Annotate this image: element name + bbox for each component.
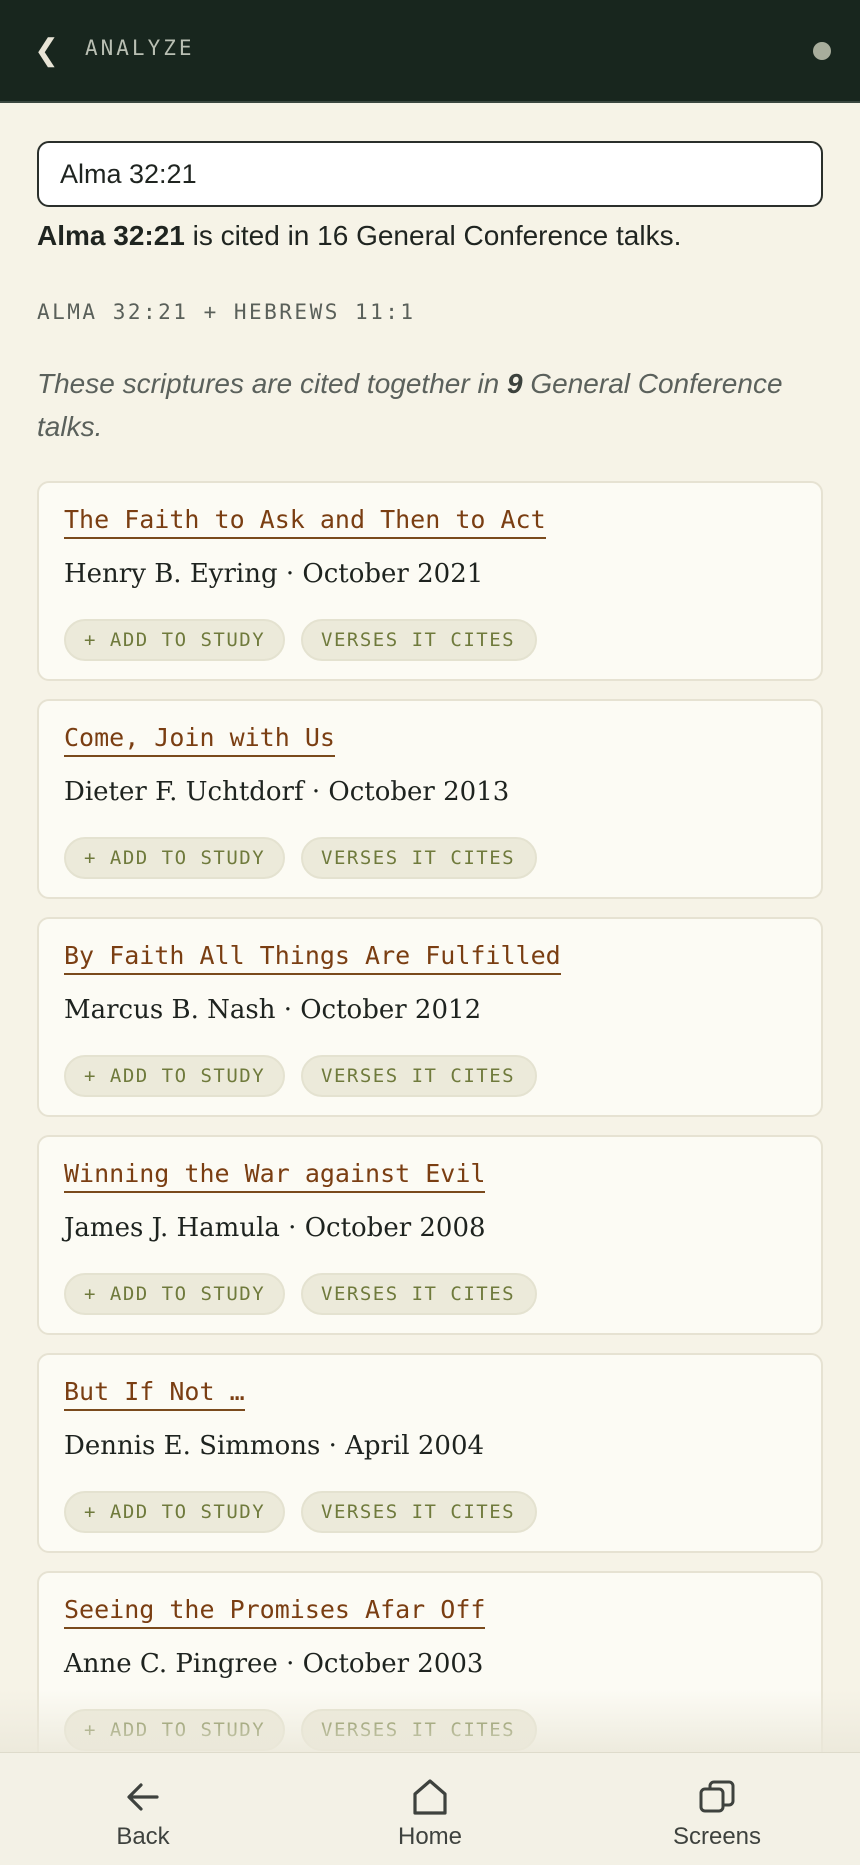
summary-reference: Alma 32:21 (37, 220, 185, 251)
talk-title-link[interactable]: Come, Join with Us (64, 723, 335, 757)
nav-screens-button[interactable]: Screens (637, 1753, 797, 1865)
nav-home-button[interactable]: Home (350, 1753, 510, 1865)
talk-title-link[interactable]: By Faith All Things Are Fulfilled (64, 941, 561, 975)
bottom-navigation: Back Home Screens (0, 1752, 860, 1865)
nav-home-label: Home (397, 1823, 463, 1850)
talk-speaker-date: Dennis E. Simmons · April 2004 (64, 1431, 485, 1461)
together-count: 9 (507, 368, 523, 399)
add-to-study-button[interactable]: + ADD TO STUDY (64, 619, 285, 661)
add-to-study-button[interactable]: + ADD TO STUDY (64, 1055, 285, 1097)
nav-back-button[interactable]: Back (63, 1753, 223, 1865)
talk-title-link[interactable]: Seeing the Promises Afar Off (64, 1595, 486, 1629)
verses-it-cites-button[interactable]: VERSES IT CITES (301, 837, 537, 879)
add-to-study-button[interactable]: + ADD TO STUDY (64, 837, 285, 879)
talk-card: Winning the War against Evil James J. Ha… (37, 1135, 823, 1335)
talk-title-link[interactable]: The Faith to Ask and Then to Act (64, 505, 546, 539)
talk-speaker-date: Anne C. Pingree · October 2003 (64, 1649, 484, 1679)
status-dot-icon (813, 42, 831, 60)
talk-speaker-date: Henry B. Eyring · October 2021 (64, 559, 484, 589)
talk-title-link[interactable]: But If Not … (64, 1377, 245, 1411)
talk-speaker-date: James J. Hamula · October 2008 (64, 1213, 486, 1243)
together-prefix: These scriptures are cited together in (37, 368, 508, 399)
scripture-search-input[interactable] (37, 141, 823, 207)
home-icon (413, 1779, 447, 1815)
page-title: ANALYZE (85, 36, 195, 60)
citation-summary: Alma 32:21 is cited in 16 General Confer… (37, 220, 681, 252)
scroll-fade (0, 1690, 860, 1752)
verses-it-cites-button[interactable]: VERSES IT CITES (301, 1273, 537, 1315)
talk-speaker-date: Dieter F. Uchtdorf · October 2013 (64, 777, 510, 807)
nav-screens-label: Screens (672, 1823, 762, 1850)
verses-it-cites-button[interactable]: VERSES IT CITES (301, 619, 537, 661)
scripture-pair-heading: ALMA 32:21 + HEBREWS 11:1 (37, 300, 416, 324)
talk-card: The Faith to Ask and Then to Act Henry B… (37, 481, 823, 681)
talk-list: The Faith to Ask and Then to Act Henry B… (37, 481, 823, 1789)
verses-it-cites-button[interactable]: VERSES IT CITES (301, 1491, 537, 1533)
talk-card: Come, Join with Us Dieter F. Uchtdorf · … (37, 699, 823, 899)
top-app-bar: ❮ ANALYZE (0, 0, 860, 103)
talk-card: By Faith All Things Are Fulfilled Marcus… (37, 917, 823, 1117)
talk-card: But If Not … Dennis E. Simmons · April 2… (37, 1353, 823, 1553)
summary-text: is cited in 16 General Conference talks. (184, 220, 682, 251)
screens-icon (699, 1780, 735, 1813)
back-chevron-icon[interactable]: ❮ (34, 36, 59, 66)
verses-it-cites-button[interactable]: VERSES IT CITES (301, 1055, 537, 1097)
talk-title-link[interactable]: Winning the War against Evil (64, 1159, 486, 1193)
nav-back-label: Back (116, 1823, 170, 1850)
arrow-left-icon (127, 1783, 159, 1811)
add-to-study-button[interactable]: + ADD TO STUDY (64, 1273, 285, 1315)
add-to-study-button[interactable]: + ADD TO STUDY (64, 1491, 285, 1533)
cited-together-note: These scriptures are cited together in 9… (37, 362, 827, 448)
talk-speaker-date: Marcus B. Nash · October 2012 (64, 995, 482, 1025)
